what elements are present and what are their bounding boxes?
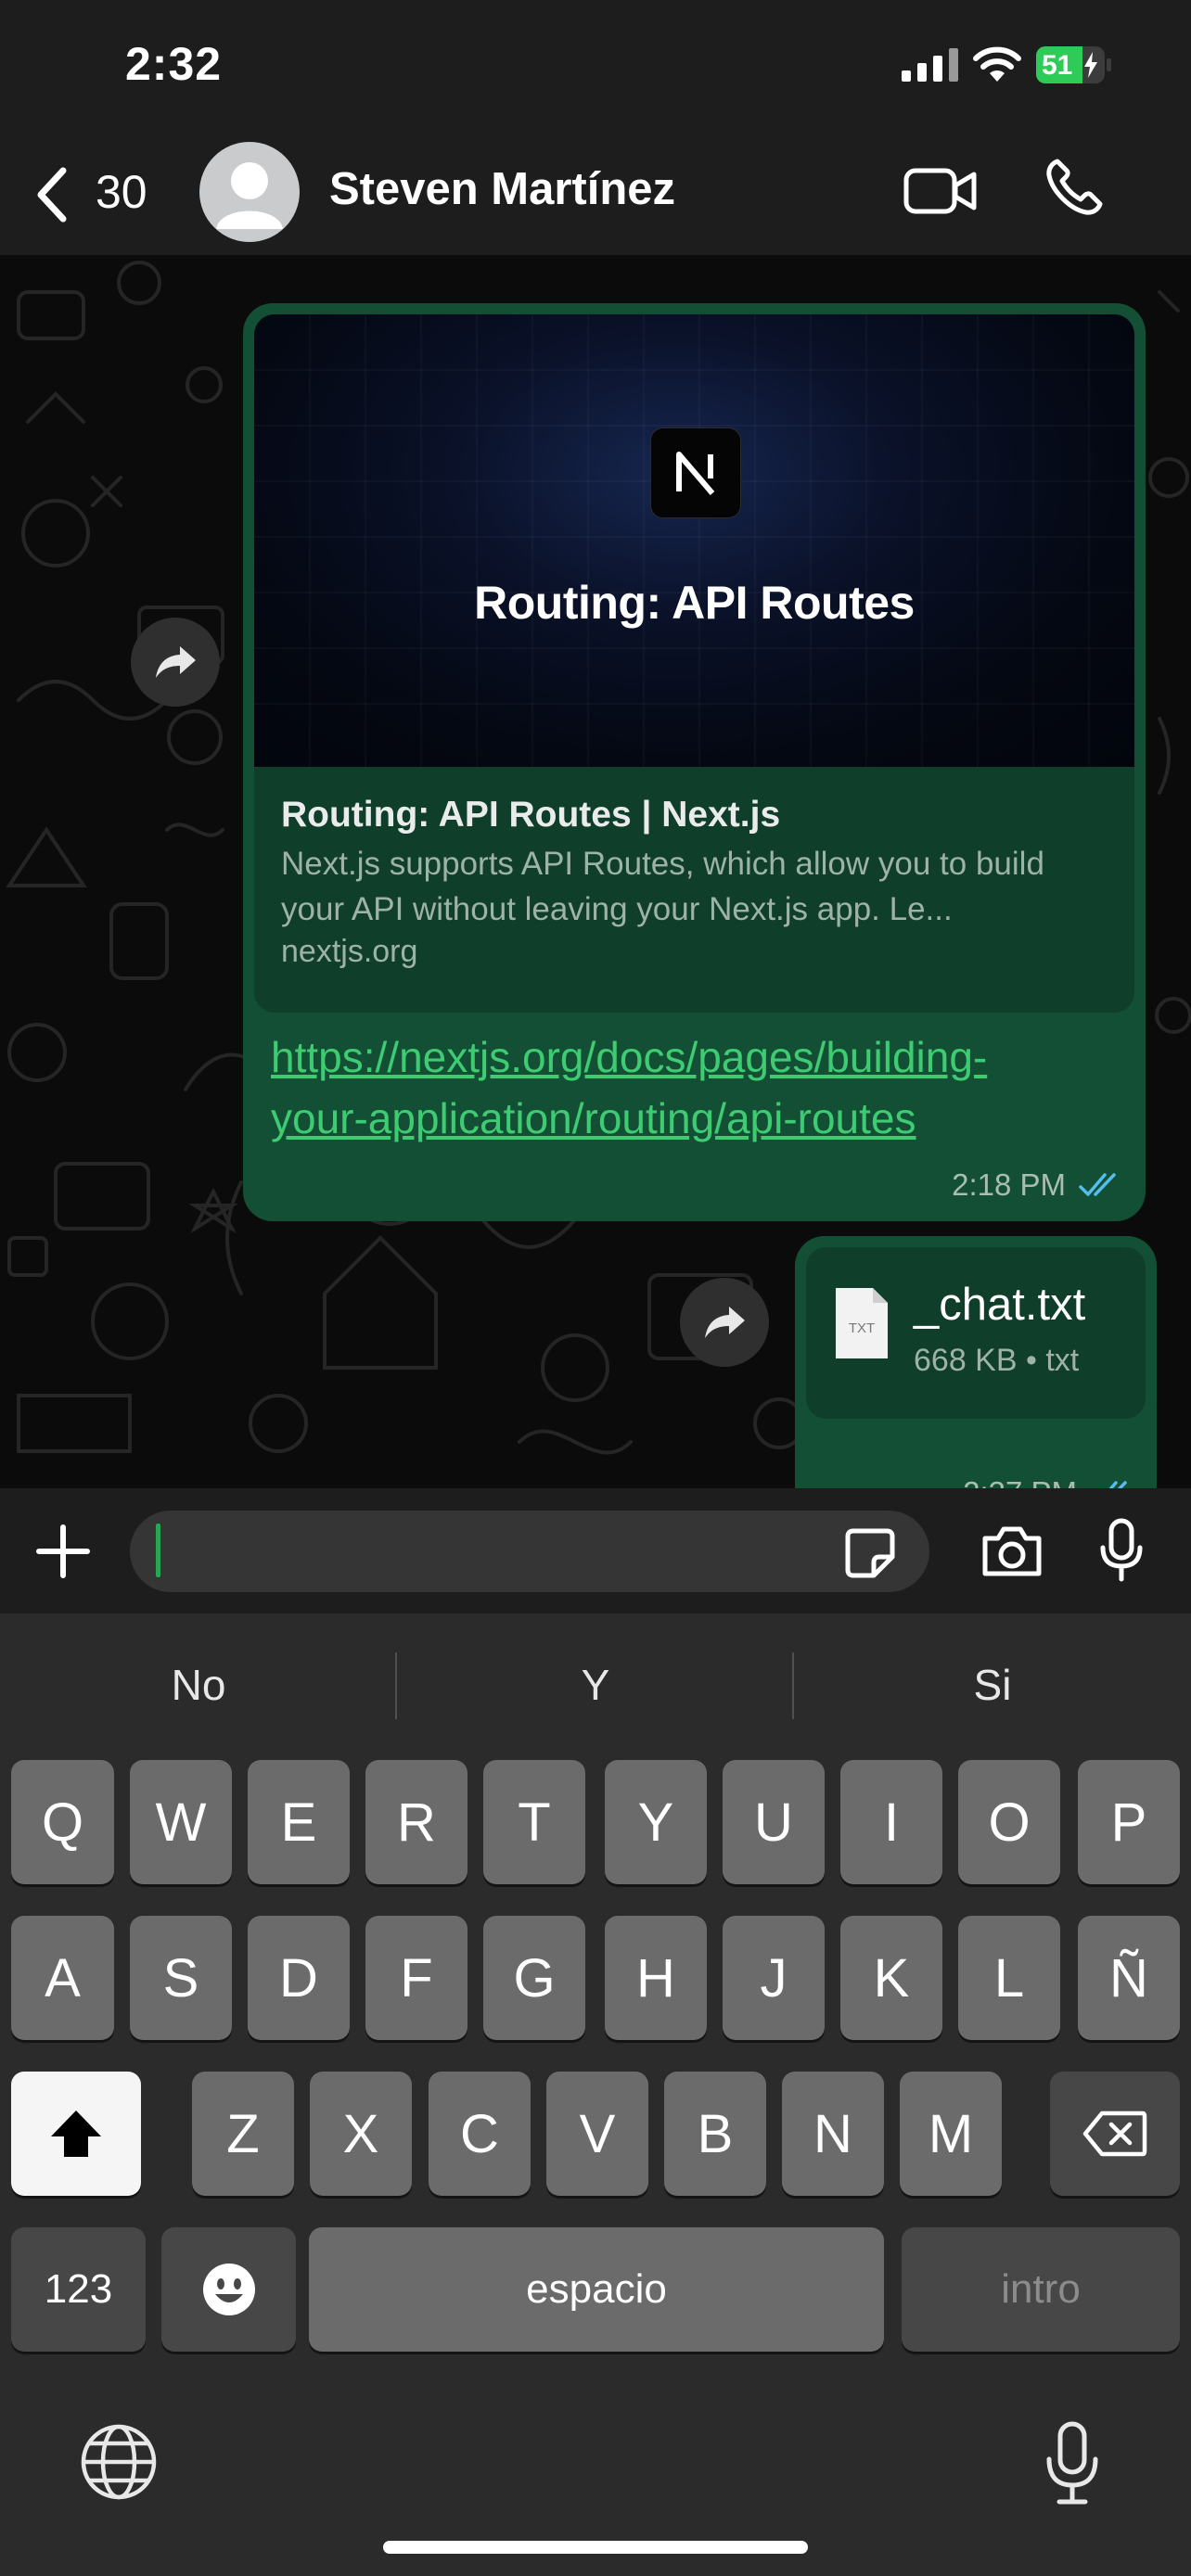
keyboard: No Y Si Q W E R T Y U I O P A S D F G H … — [0, 1613, 1191, 2576]
back-unread-count[interactable]: 30 — [96, 165, 147, 219]
key-b[interactable]: B — [664, 2072, 766, 2196]
key-m[interactable]: M — [900, 2072, 1002, 2196]
message-composer — [0, 1488, 1191, 1613]
suggestion-no[interactable]: No — [0, 1660, 397, 1710]
wifi-icon — [973, 46, 1021, 82]
key-i[interactable]: I — [840, 1760, 942, 1884]
outgoing-message-bubble[interactable]: Routing: API Routes Routing: API Routes … — [243, 303, 1146, 1221]
read-receipt-icon — [1079, 1173, 1116, 1196]
key-k[interactable]: K — [840, 1916, 942, 2040]
key-n[interactable]: N — [782, 2072, 884, 2196]
key-p[interactable]: P — [1078, 1760, 1180, 1884]
key-u[interactable]: U — [723, 1760, 825, 1884]
message-link-line-1[interactable]: https://nextjs.org/docs/pages/building- — [271, 1027, 1124, 1088]
delete-key[interactable] — [1050, 2072, 1180, 2196]
key-w[interactable]: W — [130, 1760, 232, 1884]
text-cursor — [156, 1524, 160, 1577]
numbers-key[interactable]: 123 — [11, 2227, 146, 2352]
space-key[interactable]: espacio — [309, 2227, 884, 2352]
key-f[interactable]: F — [365, 1916, 467, 2040]
svg-text:TXT: TXT — [849, 1320, 875, 1336]
phone-icon[interactable] — [1044, 158, 1104, 217]
link-preview-domain: nextjs.org — [281, 934, 418, 969]
key-z[interactable]: Z — [192, 2072, 294, 2196]
key-g[interactable]: G — [483, 1916, 585, 2040]
key-l[interactable]: L — [958, 1916, 1060, 2040]
dictation-microphone-icon[interactable] — [1044, 2420, 1100, 2506]
nextjs-logo — [650, 427, 741, 518]
cellular-signal-icon — [902, 48, 959, 82]
message-link[interactable]: https://nextjs.org/docs/pages/building- … — [271, 1027, 1124, 1149]
key-d[interactable]: D — [248, 1916, 350, 2040]
emoji-key[interactable] — [161, 2227, 296, 2352]
suggestion-y[interactable]: Y — [397, 1660, 794, 1710]
delete-icon — [1082, 2111, 1147, 2157]
key-s[interactable]: S — [130, 1916, 232, 2040]
outgoing-file-message[interactable]: TXT _chat.txt 668 KB • txt 2:37 PM — [795, 1236, 1157, 1488]
key-x[interactable]: X — [310, 2072, 412, 2196]
key-enie[interactable]: Ñ — [1078, 1916, 1180, 2040]
key-q[interactable]: Q — [11, 1760, 114, 1884]
read-receipt-icon — [1108, 1481, 1127, 1488]
key-t[interactable]: T — [483, 1760, 585, 1884]
contact-name[interactable]: Steven Martínez — [329, 163, 675, 215]
key-r[interactable]: R — [365, 1760, 467, 1884]
globe-icon[interactable] — [80, 2423, 158, 2501]
shift-key[interactable] — [11, 2072, 141, 2196]
key-o[interactable]: O — [958, 1760, 1060, 1884]
file-name: _chat.txt — [914, 1280, 1086, 1330]
preview-headline: Routing: API Routes — [474, 577, 915, 629]
forward-button[interactable] — [680, 1278, 769, 1367]
key-a[interactable]: A — [11, 1916, 114, 2040]
link-preview-title: Routing: API Routes | Next.js — [281, 795, 781, 835]
key-c[interactable]: C — [429, 2072, 531, 2196]
status-time: 2:32 — [125, 38, 223, 90]
home-indicator — [383, 2541, 808, 2554]
key-h[interactable]: H — [605, 1916, 707, 2040]
link-preview-description: Next.js supports API Routes, which allow… — [281, 846, 1044, 927]
avatar[interactable] — [199, 142, 300, 242]
key-v[interactable]: V — [546, 2072, 648, 2196]
key-j[interactable]: J — [723, 1916, 825, 2040]
microphone-icon[interactable] — [1098, 1518, 1145, 1583]
sticker-icon[interactable] — [844, 1527, 896, 1579]
chevron-left-icon[interactable] — [33, 165, 70, 224]
key-y[interactable]: Y — [605, 1760, 707, 1884]
link-preview-image: Routing: API Routes — [254, 314, 1134, 767]
battery-icon: 51 — [1036, 46, 1112, 83]
return-key[interactable]: intro — [902, 2227, 1180, 2352]
link-preview-card[interactable]: Routing: API Routes Routing: API Routes … — [254, 314, 1134, 1013]
suggestion-si[interactable]: Si — [794, 1660, 1191, 1710]
message-timestamp: 2:37 PM — [963, 1475, 1077, 1488]
key-e[interactable]: E — [248, 1760, 350, 1884]
forward-button[interactable] — [131, 618, 220, 707]
file-meta: 668 KB • txt — [914, 1343, 1080, 1378]
chat-area[interactable]: Routing: API Routes Routing: API Routes … — [0, 255, 1191, 1488]
forward-icon — [705, 1307, 745, 1338]
emoji-icon — [202, 2264, 255, 2315]
shift-icon — [51, 2111, 101, 2157]
message-link-line-2[interactable]: your-application/routing/api-routes — [271, 1088, 1124, 1149]
plus-icon[interactable] — [35, 1524, 91, 1579]
battery-level: 51 — [1042, 50, 1073, 81]
status-bar: 2:32 51 — [0, 0, 1191, 139]
txt-file-icon: TXT — [836, 1288, 888, 1358]
message-input[interactable] — [130, 1511, 929, 1592]
video-call-icon[interactable] — [903, 165, 978, 217]
camera-icon[interactable] — [980, 1524, 1044, 1579]
file-attachment[interactable]: TXT _chat.txt 668 KB • txt — [806, 1247, 1146, 1419]
forward-icon — [156, 646, 196, 678]
message-timestamp: 2:18 PM — [952, 1167, 1066, 1202]
preview-grid — [254, 314, 1134, 767]
